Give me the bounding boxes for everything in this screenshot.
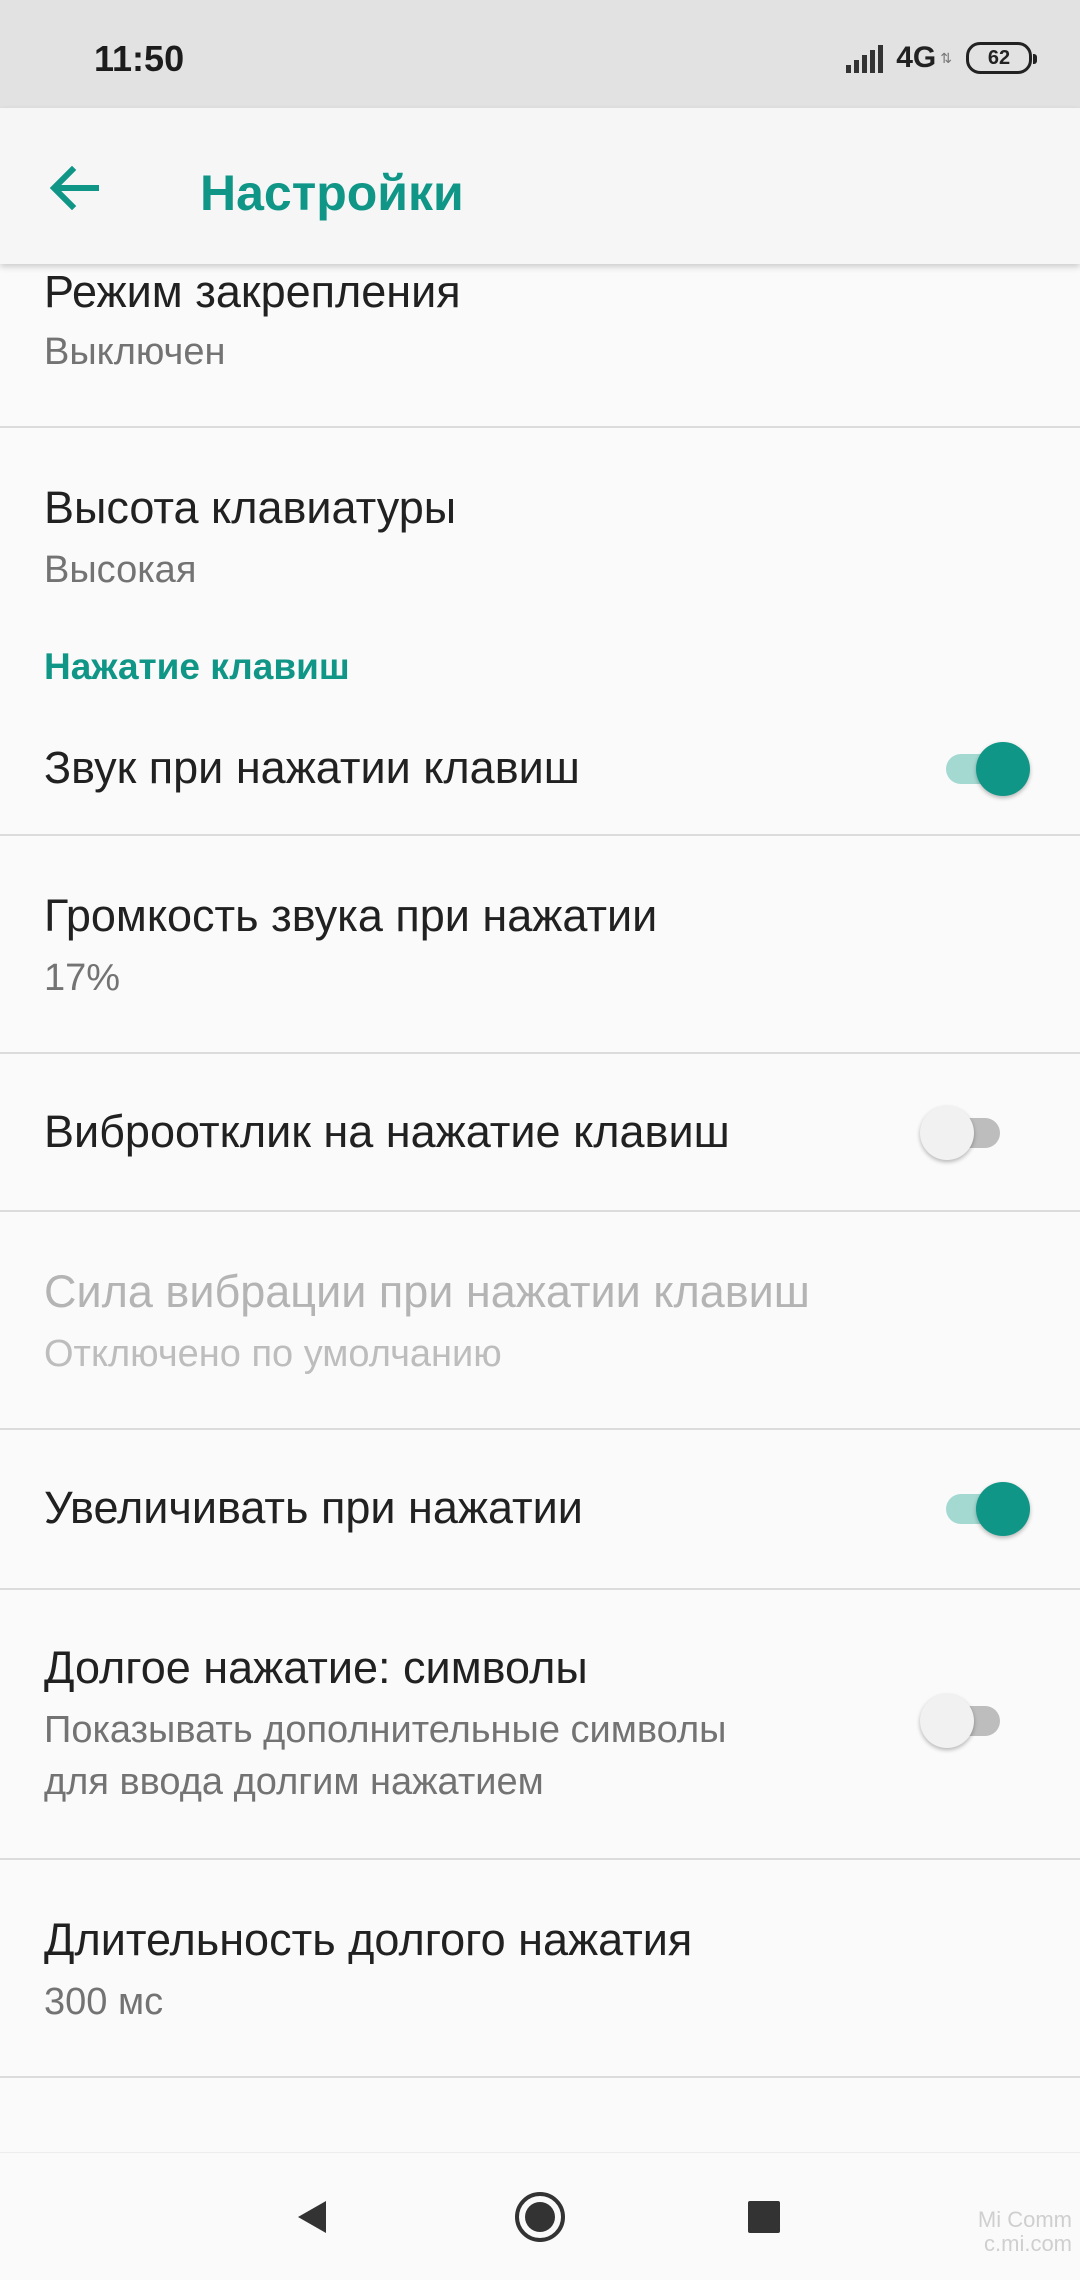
toolbar: Настройки [0,108,1080,264]
section-header: Нажатие клавиш [44,646,350,687]
status-bar: 11:50 4G ⇅ 62 [0,0,1080,108]
setting-key-sound[interactable]: Звук при нажатии клавиш [0,708,1080,836]
setting-title: Виброотклик на нажатие клавиш [44,1106,730,1157]
popup-toggle[interactable] [940,1478,1030,1538]
page-title: Настройки [200,165,464,221]
setting-title: Режим закрепления [44,266,461,317]
circle-home-icon [515,2192,565,2242]
toggle-thumb [976,742,1030,796]
setting-title: Громкость звука при нажатии [44,890,658,941]
battery-level: 62 [987,46,1011,69]
setting-title: Звук при нажатии клавиш [44,742,580,793]
setting-haptic[interactable]: Виброотклик на нажатие клавиш [0,1054,1080,1212]
setting-sound-volume[interactable]: Громкость звука при нажатии 17% [0,836,1080,1054]
setting-subtitle-line2: для ввода долгим нажатием [44,1761,544,1803]
toggle-thumb [920,1106,974,1160]
battery-icon: 62 [966,42,1037,74]
nav-home-button[interactable] [500,2177,580,2257]
setting-subtitle: Отключено по умолчанию [44,1333,502,1375]
nav-back-button[interactable] [272,2177,352,2257]
signal-icon [846,43,886,73]
triangle-back-icon [298,2201,326,2233]
status-time: 11:50 [94,38,185,79]
network-type: 4G [896,41,937,74]
setting-subtitle-line1: Показывать дополнительные символы [44,1709,727,1751]
setting-title: Долгое нажатие: символы [44,1642,588,1693]
watermark-line1: Mi Comm [977,2207,1072,2232]
setting-subtitle: 300 мс [44,1981,164,2023]
status-icons: 4G ⇅ 62 [846,38,1037,78]
setting-title: Сила вибрации при нажатии клавиш [44,1266,810,1317]
nav-recents-button[interactable] [724,2177,804,2257]
setting-vibration-strength: Сила вибрации при нажатии клавиш Отключе… [0,1212,1080,1430]
toggle-thumb [920,1694,974,1748]
setting-title: Высота клавиатуры [44,482,457,533]
key-sound-toggle[interactable] [940,738,1030,798]
watermark-line2: c.mi.com [984,2231,1072,2256]
haptic-toggle[interactable] [920,1102,1010,1162]
setting-title: Длительность долгого нажатия [44,1914,693,1965]
setting-pinning-mode[interactable]: Режим закрепления Выключен [0,264,1080,428]
square-recents-icon [748,2201,780,2233]
back-button[interactable] [34,148,114,228]
setting-popup-on-press[interactable]: Увеличивать при нажатии [0,1430,1080,1590]
toggle-thumb [976,1482,1030,1536]
data-activity-icon: ⇅ [940,49,952,66]
setting-subtitle: Выключен [44,331,226,373]
settings-list: Режим закрепления Выключен Высота клавиа… [0,264,1080,2078]
setting-long-press-symbols[interactable]: Долгое нажатие: символы Показывать допол… [0,1590,1080,1860]
setting-subtitle: Высокая [44,549,197,591]
watermark: Mi Comm c.mi.com [978,2208,1072,2256]
setting-subtitle: 17% [44,957,121,999]
section-header-row: Нажатие клавиш [0,624,1080,708]
arrow-left-icon [49,166,99,210]
navigation-bar [0,2152,1080,2280]
long-press-toggle[interactable] [920,1690,1010,1750]
setting-long-press-delay[interactable]: Длительность долгого нажатия 300 мс [0,1860,1080,2078]
setting-keyboard-height[interactable]: Высота клавиатуры Высокая [0,428,1080,624]
setting-title: Увеличивать при нажатии [44,1482,583,1533]
